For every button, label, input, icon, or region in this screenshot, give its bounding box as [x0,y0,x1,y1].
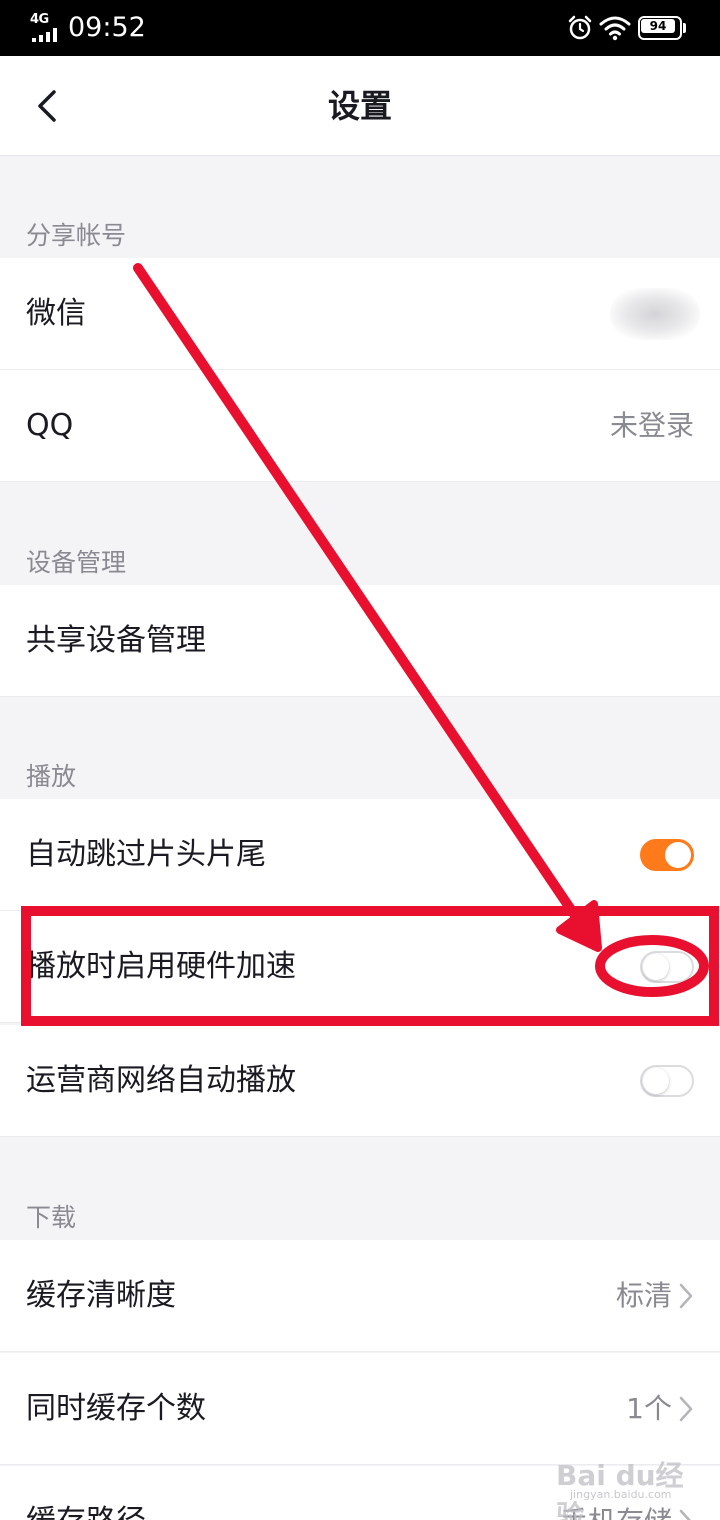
setting-row-qq[interactable]: QQ 未登录 [0,370,720,482]
setting-label: 同时缓存个数 [26,1391,206,1426]
setting-label: 自动跳过片头片尾 [26,837,266,872]
setting-label: 共享设备管理 [26,623,206,658]
network-type: 4G [30,12,49,27]
watermark-text: Bai du经验 [556,1459,684,1520]
setting-label: 微信 [26,296,86,331]
wifi-icon [599,16,631,41]
toggle-knob [665,842,691,868]
setting-row-hardware-accel: 播放时启用硬件加速 [0,911,720,1023]
setting-label: QQ [26,408,74,443]
blurred-avatar [610,288,700,340]
toggle-switch-skip-intro[interactable] [640,839,694,871]
nav-bar: 设置 [0,56,720,156]
chevron-right-icon [679,1396,693,1422]
setting-row-shared-devices[interactable]: 共享设备管理 [0,585,720,697]
toggle-switch-hardware-accel[interactable] [640,951,694,983]
setting-label: 播放时启用硬件加速 [26,949,296,984]
baidu-watermark: Bai du经验 jingyan.baidu.com [550,1448,710,1520]
setting-label: 运营商网络自动播放 [26,1063,296,1098]
section-label-download: 下载 [26,1203,77,1232]
setting-row-cache-quality[interactable]: 缓存清晰度 标清 [0,1240,720,1352]
toggle-knob [643,1068,669,1094]
battery-level: 94 [649,19,667,33]
setting-value: 标清 [615,1279,672,1312]
status-time: 09:52 [68,12,146,43]
section-label-playback: 播放 [26,762,77,791]
chevron-left-icon[interactable] [28,84,68,128]
setting-row-carrier-autoplay: 运营商网络自动播放 [0,1025,720,1137]
chevron-right-icon [679,1283,693,1309]
toggle-switch-carrier-autoplay[interactable] [640,1065,694,1097]
status-bar: 4G 09:52 94 [0,0,720,56]
watermark-sub: jingyan.baidu.com [570,1488,672,1501]
signal-icon [32,28,58,42]
setting-label: 缓存清晰度 [26,1278,176,1313]
setting-label: 缓存路径 [26,1466,146,1520]
setting-row-skip-intro: 自动跳过片头片尾 [0,799,720,911]
setting-row-wechat[interactable]: 微信 [0,258,720,370]
toggle-knob [643,954,669,980]
page-title: 设置 [327,87,392,125]
section-label-device: 设备管理 [26,548,127,577]
setting-value: 未登录 [609,409,694,442]
battery-icon: 94 [638,16,686,40]
alarm-icon [568,15,592,40]
section-label-share: 分享帐号 [26,221,127,250]
